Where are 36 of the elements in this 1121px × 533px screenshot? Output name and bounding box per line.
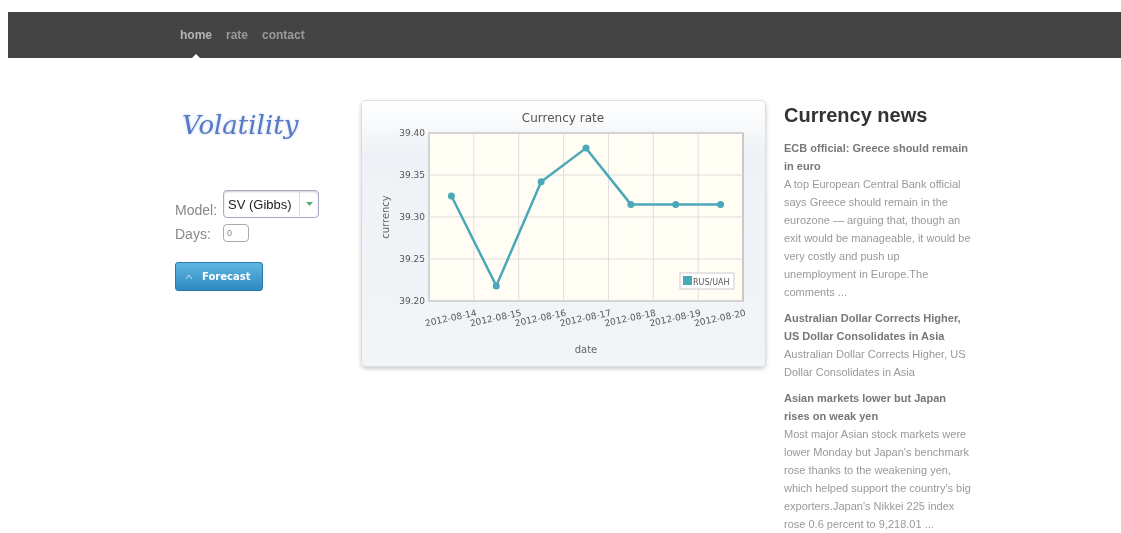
chart-title: Currency rate: [521, 111, 605, 125]
y-tick-label: 39.30: [399, 212, 425, 222]
news-title: Currency news: [784, 104, 929, 127]
data-point: [582, 144, 590, 152]
data-point: [672, 200, 680, 208]
model-select[interactable]: SV (Gibbs): [223, 190, 319, 218]
nav-link[interactable]: home: [178, 26, 214, 44]
caret-icon: [305, 202, 313, 206]
data-point: [447, 192, 455, 200]
news-headline[interactable]: ECB official: Greece should remain in euro: [784, 139, 974, 175]
legend-label: RUS/UAH: [693, 278, 730, 287]
data-point: [627, 200, 635, 208]
model-label: Model:: [175, 202, 219, 218]
news-summary: Most major Asian stock markets were lower Monday but Japan's benchmark rose thanks to the weakening yen, which helped support the country's big exporters.Japan's Nikkei 225 index rose 0.6 percent to 9,218.01 ...: [784, 427, 972, 532]
y-tick-label: 39.25: [399, 254, 425, 264]
news-summary: A top European Central Bank official says Greece should remain in the eurozone — arguing that, though an exit would be manageable, it would be very costly and push up unemployment in Europe.The comments ...: [784, 177, 972, 300]
news-headline[interactable]: Asian markets lower but Japan rises on weak yen: [784, 389, 974, 425]
x-axis-title: date: [574, 344, 598, 355]
chevron-up-icon: [186, 274, 192, 279]
forecast-button[interactable]: Forecast: [175, 262, 263, 291]
y-tick-label: 39.35: [399, 170, 425, 180]
days-label: Days:: [175, 226, 212, 242]
news-headline[interactable]: Australian Dollar Corrects Higher, US Dollar Consolidates in Asia: [784, 309, 974, 345]
y-tick-label: 39.20: [399, 296, 425, 306]
nav-link[interactable]: rate: [224, 26, 251, 44]
logo: Volatility: [182, 110, 300, 140]
data-point: [492, 282, 500, 290]
data-point: [717, 200, 725, 208]
days-field[interactable]: 0: [223, 224, 249, 242]
nav-link[interactable]: contact: [260, 26, 307, 44]
active-caret-icon: [190, 54, 202, 60]
y-axis-title: currency: [380, 195, 391, 239]
news-summary: Australian Dollar Corrects Higher, US Dollar Consolidates in Asia: [784, 347, 967, 380]
y-tick-label: 39.40: [399, 128, 425, 138]
legend-background: [679, 272, 735, 290]
data-point: [537, 178, 545, 186]
